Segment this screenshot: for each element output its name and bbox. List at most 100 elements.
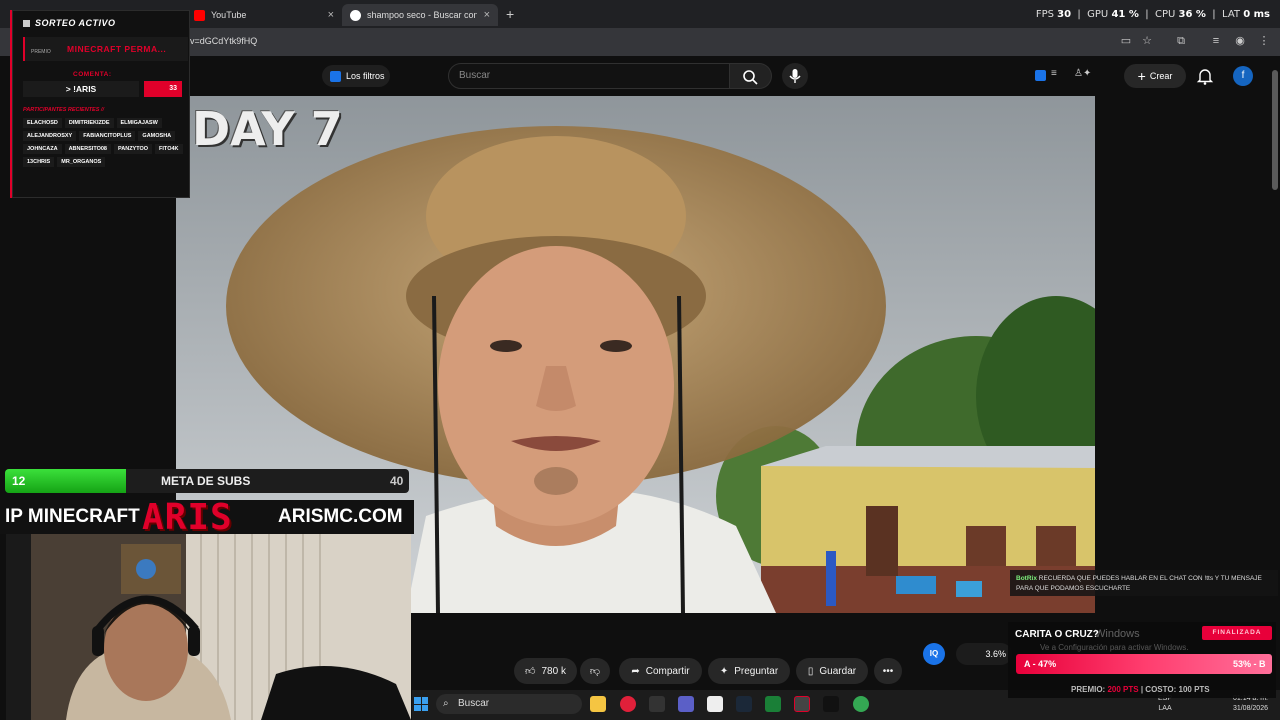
taskbar-search[interactable]: Buscar: [436, 694, 582, 714]
bot-name: BotRix: [1016, 575, 1037, 582]
dislike-button[interactable]: 👎︎: [580, 658, 610, 684]
google-icon: [350, 9, 361, 21]
participant-chip: ELMIGAJASW: [116, 118, 162, 128]
microphone-icon: [789, 69, 801, 83]
search-icon: [743, 70, 758, 85]
subs-current: 12: [12, 474, 26, 488]
like-count: 780 k: [541, 665, 566, 677]
more-dots-icon: •••: [882, 665, 894, 677]
voice-search-button[interactable]: [782, 63, 808, 89]
participant-chip: JOHNCAZA: [23, 144, 62, 154]
bot-chat-message: BotRix RECUERDA QUE PUEDES HABLAR EN EL …: [1010, 570, 1278, 596]
steam-icon[interactable]: [736, 696, 752, 712]
extensions-icon[interactable]: ⧉: [1174, 34, 1188, 48]
filters-button[interactable]: Los filtros: [322, 65, 390, 87]
participant-chip: ABNERSITO08: [64, 144, 111, 154]
webcam-image: [6, 534, 411, 720]
tab-google-search[interactable]: shampoo seco - Buscar con Go ×: [342, 4, 498, 26]
list-icon[interactable]: ≡: [1051, 68, 1057, 79]
sorteo-icon: [23, 19, 30, 27]
ip-prefix: IP MINECRAFT: [5, 506, 140, 527]
notifications-button[interactable]: [1196, 66, 1214, 86]
taskbar-search-label: Buscar: [458, 698, 490, 709]
participants-list: ELACHOSD DIMITRIEKIZDE ELMIGAJASW ALEJAN…: [23, 118, 185, 167]
video-overlay-text: DAY 7: [192, 102, 343, 156]
account-avatar[interactable]: f: [1233, 66, 1253, 86]
save-button[interactable]: ▯ Guardar: [796, 658, 868, 684]
filter-icon: [330, 70, 341, 82]
filters-label: Los filtros: [346, 71, 385, 81]
sorteo-count: 33: [144, 81, 182, 97]
premio-value: MINECRAFT PERMA...: [67, 44, 167, 54]
sparkle-icon: ✦: [719, 665, 729, 677]
bell-icon: [1196, 69, 1214, 85]
plus-icon: +: [1137, 68, 1146, 84]
search-button[interactable]: [730, 63, 772, 89]
store-icon[interactable]: [707, 696, 723, 712]
right-panel: [1095, 96, 1272, 613]
extension-iq-icon[interactable]: [1035, 70, 1046, 81]
chrome-icon[interactable]: [853, 696, 869, 712]
performance-readout: FPS 30 | GPU 41 % | CPU 36 % | LAT 0 ms: [1035, 9, 1270, 20]
teams-icon[interactable]: [678, 696, 694, 712]
sorteo-title: SORTEO ACTIVO: [35, 18, 116, 28]
aris-logo: ARIS: [142, 497, 233, 538]
close-tab-icon[interactable]: ×: [484, 9, 490, 21]
carita-title: CARITA O CRUZ?: [1015, 629, 1099, 640]
more-actions-button[interactable]: •••: [874, 658, 902, 684]
windows-activation-note: Ve a Configuración para activar Windows.: [1040, 643, 1189, 652]
file-explorer-icon[interactable]: [590, 696, 606, 712]
app-icon[interactable]: [823, 696, 839, 712]
bot-message: RECUERDA QUE PUEDES HABLAR EN EL CHAT CO…: [1016, 575, 1262, 592]
webcam-feed: [6, 534, 411, 720]
close-tab-icon[interactable]: ×: [328, 9, 334, 21]
tab-title: YouTube: [211, 10, 247, 20]
carita-status: FINALIZADA: [1202, 626, 1272, 640]
excel-icon[interactable]: [765, 696, 781, 712]
participant-chip: ALEJANDROSXY: [23, 131, 77, 141]
participant-chip: FABIANCITOPLUS: [79, 131, 136, 141]
participants-label: PARTICIPANTES RECIENTES //: [23, 107, 104, 113]
share-button[interactable]: ➦ Compartir: [619, 658, 702, 684]
carita-prize-cost: PREMIO: 200 PTS | COSTO: 100 PTS: [1071, 685, 1210, 694]
bookmark-star-icon[interactable]: ☆: [1140, 34, 1154, 48]
ask-label: Preguntar: [734, 665, 779, 677]
url-text[interactable]: v=dGCdYtk9fHQ: [190, 36, 257, 46]
menu-dots-icon[interactable]: ⋮: [1257, 34, 1271, 48]
participant-chip: PANZYTOO: [113, 144, 153, 154]
percent-readout: 3.6%: [956, 643, 1012, 665]
windows-activation-watermark: Windows: [1095, 628, 1140, 640]
create-button[interactable]: + Crear: [1124, 64, 1186, 88]
search-icon: ⌕: [443, 698, 449, 709]
ask-button[interactable]: ✦ Preguntar: [708, 658, 790, 684]
tab-youtube[interactable]: YouTube ×: [186, 4, 342, 26]
opera-icon[interactable]: [620, 696, 636, 712]
page-scrollbar[interactable]: [1272, 70, 1278, 190]
create-label: Crear: [1149, 71, 1173, 81]
search-input[interactable]: Buscar: [448, 63, 730, 89]
youtube-icon: [194, 9, 205, 21]
thumbs-up-icon: 👍︎: [525, 666, 536, 677]
participant-chip: 13CHRIS: [23, 157, 55, 167]
premio-box: PREMIO MINECRAFT PERMA...: [23, 37, 188, 61]
media-icon[interactable]: ≡: [1209, 34, 1223, 48]
cast-icon[interactable]: ▭: [1119, 34, 1133, 48]
windows-start-icon[interactable]: [414, 697, 428, 711]
share-label: Compartir: [645, 665, 690, 677]
tab-title: shampoo seco - Buscar con Go: [367, 10, 477, 20]
participant-chip: DIMITRIEKIZDE: [64, 118, 114, 128]
save-label: Guardar: [819, 665, 857, 677]
app-icon[interactable]: [649, 696, 665, 712]
profile-icon[interactable]: ◉: [1233, 34, 1247, 48]
new-tab-icon[interactable]: +: [506, 6, 514, 22]
clock-date: 31/08/2026: [1232, 705, 1268, 712]
extension-icon[interactable]: ♙✦: [1074, 68, 1091, 79]
obs-icon[interactable]: [794, 696, 810, 712]
ip-domain: ARISMC.COM: [278, 506, 403, 527]
option-a-result: A - 47%: [1024, 659, 1057, 669]
sorteo-command: > !ARIS: [23, 81, 139, 97]
participant-chip: GAMOSHA: [138, 131, 176, 141]
premio-label: PREMIO: [31, 49, 51, 55]
iq-badge[interactable]: IQ: [923, 643, 945, 665]
like-button[interactable]: 👍︎ 780 k: [514, 658, 577, 684]
